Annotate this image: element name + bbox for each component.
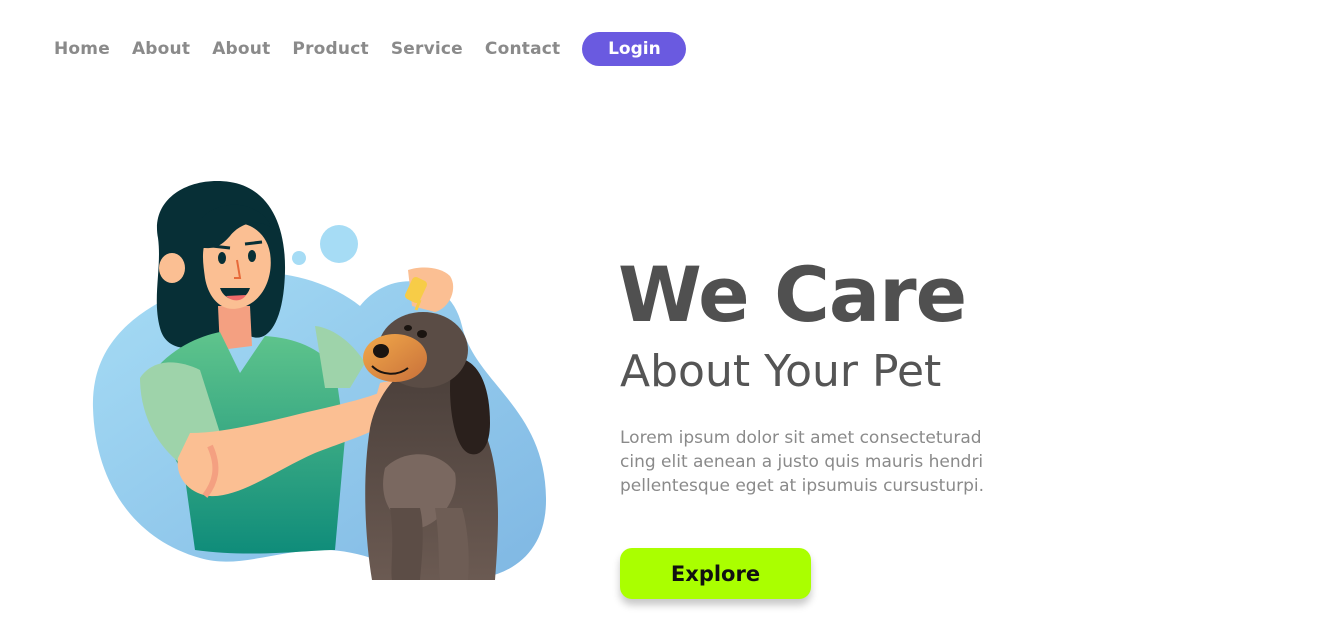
woman-with-dog-illustration: [92, 181, 547, 580]
nav-link-contact[interactable]: Contact: [485, 39, 560, 59]
hero-description-line: pellentesque eget at ipsumuis cursusturp…: [620, 476, 985, 496]
hero-description-line: Lorem ipsum dolor sit amet consecteturad: [620, 428, 982, 448]
nav-link-home[interactable]: Home: [54, 39, 110, 59]
hero-description: Lorem ipsum dolor sit amet consecteturad…: [620, 426, 1040, 498]
nav-link-service[interactable]: Service: [391, 39, 463, 59]
nav-link-about-2[interactable]: About: [212, 39, 270, 59]
nav-link-product[interactable]: Product: [292, 39, 368, 59]
login-button[interactable]: Login: [582, 32, 687, 66]
nav-link-about[interactable]: About: [132, 39, 190, 59]
explore-button[interactable]: Explore: [620, 548, 811, 599]
hero-illustration: [90, 178, 555, 586]
hero-description-line: cing elit aenean a justo quis mauris hen…: [620, 452, 984, 472]
top-nav: Home About About Product Service Contact…: [54, 32, 687, 66]
hero-subtitle: About Your Pet: [620, 346, 942, 397]
hero-title: We Care: [618, 250, 967, 339]
